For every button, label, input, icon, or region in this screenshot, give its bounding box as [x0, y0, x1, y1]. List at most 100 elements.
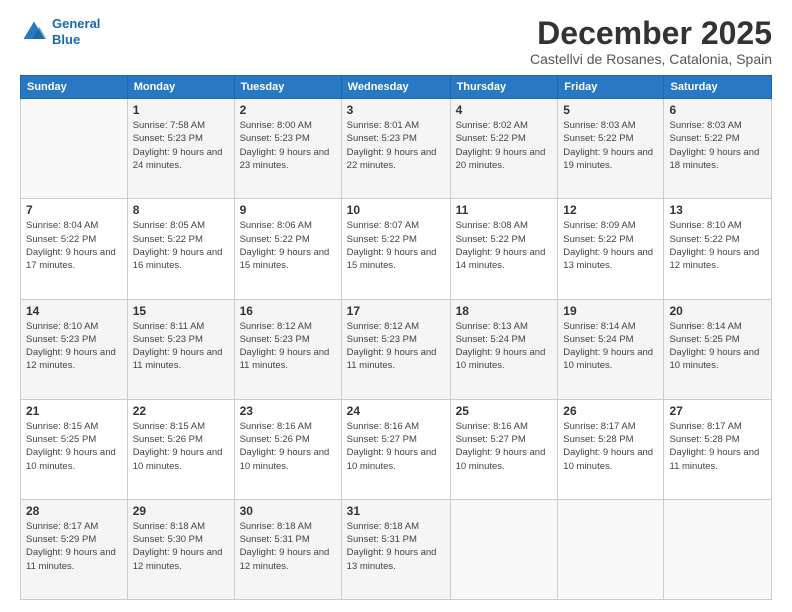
cell-sunrise: Sunrise: 8:04 AM	[26, 219, 122, 232]
cell-info: Sunrise: 8:08 AM Sunset: 5:22 PM Dayligh…	[456, 219, 553, 272]
cell-sunset: Sunset: 5:22 PM	[669, 132, 766, 145]
cell-sunrise: Sunrise: 8:09 AM	[563, 219, 658, 232]
header-wednesday: Wednesday	[341, 76, 450, 99]
cell-info: Sunrise: 8:11 AM Sunset: 5:23 PM Dayligh…	[133, 320, 229, 373]
cell-day-number: 13	[669, 203, 766, 217]
table-row: 26 Sunrise: 8:17 AM Sunset: 5:28 PM Dayl…	[558, 399, 664, 499]
table-row: 22 Sunrise: 8:15 AM Sunset: 5:26 PM Dayl…	[127, 399, 234, 499]
logo-icon	[20, 18, 48, 46]
cell-info: Sunrise: 8:05 AM Sunset: 5:22 PM Dayligh…	[133, 219, 229, 272]
table-row: 12 Sunrise: 8:09 AM Sunset: 5:22 PM Dayl…	[558, 199, 664, 299]
cell-sunrise: Sunrise: 8:16 AM	[240, 420, 336, 433]
cell-info: Sunrise: 8:02 AM Sunset: 5:22 PM Dayligh…	[456, 119, 553, 172]
table-row: 2 Sunrise: 8:00 AM Sunset: 5:23 PM Dayli…	[234, 99, 341, 199]
page: General Blue December 2025 Castellvi de …	[0, 0, 792, 612]
cell-sunrise: Sunrise: 8:15 AM	[26, 420, 122, 433]
logo-line1: General	[52, 16, 100, 31]
cell-sunset: Sunset: 5:29 PM	[26, 533, 122, 546]
cell-sunrise: Sunrise: 8:18 AM	[347, 520, 445, 533]
cell-sunset: Sunset: 5:22 PM	[26, 233, 122, 246]
cell-day-number: 21	[26, 404, 122, 418]
cell-sunrise: Sunrise: 8:17 AM	[669, 420, 766, 433]
cell-info: Sunrise: 8:03 AM Sunset: 5:22 PM Dayligh…	[669, 119, 766, 172]
cell-daylight: Daylight: 9 hours and 15 minutes.	[347, 246, 445, 273]
cell-day-number: 12	[563, 203, 658, 217]
cell-daylight: Daylight: 9 hours and 17 minutes.	[26, 246, 122, 273]
table-row: 18 Sunrise: 8:13 AM Sunset: 5:24 PM Dayl…	[450, 299, 558, 399]
cell-day-number: 19	[563, 304, 658, 318]
cell-info: Sunrise: 8:14 AM Sunset: 5:24 PM Dayligh…	[563, 320, 658, 373]
cell-daylight: Daylight: 9 hours and 16 minutes.	[133, 246, 229, 273]
table-row: 11 Sunrise: 8:08 AM Sunset: 5:22 PM Dayl…	[450, 199, 558, 299]
cell-info: Sunrise: 8:10 AM Sunset: 5:23 PM Dayligh…	[26, 320, 122, 373]
cell-day-number: 26	[563, 404, 658, 418]
cell-daylight: Daylight: 9 hours and 12 minutes.	[240, 546, 336, 573]
cell-info: Sunrise: 8:18 AM Sunset: 5:31 PM Dayligh…	[347, 520, 445, 573]
cell-daylight: Daylight: 9 hours and 11 minutes.	[133, 346, 229, 373]
cell-day-number: 25	[456, 404, 553, 418]
cell-day-number: 2	[240, 103, 336, 117]
cell-daylight: Daylight: 9 hours and 11 minutes.	[347, 346, 445, 373]
cell-sunrise: Sunrise: 8:00 AM	[240, 119, 336, 132]
cell-info: Sunrise: 8:01 AM Sunset: 5:23 PM Dayligh…	[347, 119, 445, 172]
cell-sunrise: Sunrise: 8:18 AM	[240, 520, 336, 533]
table-row: 17 Sunrise: 8:12 AM Sunset: 5:23 PM Dayl…	[341, 299, 450, 399]
cell-sunset: Sunset: 5:22 PM	[669, 233, 766, 246]
cell-daylight: Daylight: 9 hours and 10 minutes.	[240, 446, 336, 473]
cell-sunrise: Sunrise: 8:13 AM	[456, 320, 553, 333]
cell-info: Sunrise: 8:16 AM Sunset: 5:27 PM Dayligh…	[347, 420, 445, 473]
cell-day-number: 18	[456, 304, 553, 318]
cell-info: Sunrise: 8:15 AM Sunset: 5:25 PM Dayligh…	[26, 420, 122, 473]
cell-daylight: Daylight: 9 hours and 18 minutes.	[669, 146, 766, 173]
table-row: 9 Sunrise: 8:06 AM Sunset: 5:22 PM Dayli…	[234, 199, 341, 299]
cell-info: Sunrise: 8:15 AM Sunset: 5:26 PM Dayligh…	[133, 420, 229, 473]
cell-daylight: Daylight: 9 hours and 12 minutes.	[26, 346, 122, 373]
table-row: 16 Sunrise: 8:12 AM Sunset: 5:23 PM Dayl…	[234, 299, 341, 399]
header-saturday: Saturday	[664, 76, 772, 99]
cell-sunset: Sunset: 5:22 PM	[347, 233, 445, 246]
table-row: 4 Sunrise: 8:02 AM Sunset: 5:22 PM Dayli…	[450, 99, 558, 199]
table-row	[450, 499, 558, 599]
table-row: 28 Sunrise: 8:17 AM Sunset: 5:29 PM Dayl…	[21, 499, 128, 599]
cell-sunrise: Sunrise: 8:15 AM	[133, 420, 229, 433]
cell-daylight: Daylight: 9 hours and 19 minutes.	[563, 146, 658, 173]
logo-line2: Blue	[52, 32, 80, 47]
cell-day-number: 22	[133, 404, 229, 418]
cell-sunset: Sunset: 5:28 PM	[669, 433, 766, 446]
cell-info: Sunrise: 8:17 AM Sunset: 5:28 PM Dayligh…	[563, 420, 658, 473]
cell-info: Sunrise: 8:12 AM Sunset: 5:23 PM Dayligh…	[240, 320, 336, 373]
cell-sunset: Sunset: 5:30 PM	[133, 533, 229, 546]
table-row: 29 Sunrise: 8:18 AM Sunset: 5:30 PM Dayl…	[127, 499, 234, 599]
cell-day-number: 4	[456, 103, 553, 117]
location-title: Castellvi de Rosanes, Catalonia, Spain	[530, 51, 772, 67]
weekday-header-row: Sunday Monday Tuesday Wednesday Thursday…	[21, 76, 772, 99]
cell-day-number: 6	[669, 103, 766, 117]
table-row: 14 Sunrise: 8:10 AM Sunset: 5:23 PM Dayl…	[21, 299, 128, 399]
table-row: 24 Sunrise: 8:16 AM Sunset: 5:27 PM Dayl…	[341, 399, 450, 499]
cell-info: Sunrise: 8:06 AM Sunset: 5:22 PM Dayligh…	[240, 219, 336, 272]
cell-sunrise: Sunrise: 7:58 AM	[133, 119, 229, 132]
cell-day-number: 28	[26, 504, 122, 518]
header-sunday: Sunday	[21, 76, 128, 99]
cell-daylight: Daylight: 9 hours and 10 minutes.	[563, 346, 658, 373]
table-row: 30 Sunrise: 8:18 AM Sunset: 5:31 PM Dayl…	[234, 499, 341, 599]
cell-daylight: Daylight: 9 hours and 11 minutes.	[240, 346, 336, 373]
cell-sunset: Sunset: 5:23 PM	[26, 333, 122, 346]
cell-sunset: Sunset: 5:26 PM	[240, 433, 336, 446]
cell-daylight: Daylight: 9 hours and 12 minutes.	[133, 546, 229, 573]
logo-text: General Blue	[52, 16, 100, 47]
cell-day-number: 7	[26, 203, 122, 217]
table-row	[558, 499, 664, 599]
cell-sunset: Sunset: 5:31 PM	[347, 533, 445, 546]
cell-day-number: 3	[347, 103, 445, 117]
cell-sunrise: Sunrise: 8:07 AM	[347, 219, 445, 232]
cell-sunset: Sunset: 5:25 PM	[669, 333, 766, 346]
cell-day-number: 23	[240, 404, 336, 418]
cell-daylight: Daylight: 9 hours and 14 minutes.	[456, 246, 553, 273]
cell-info: Sunrise: 8:00 AM Sunset: 5:23 PM Dayligh…	[240, 119, 336, 172]
cell-sunrise: Sunrise: 8:14 AM	[563, 320, 658, 333]
header-friday: Friday	[558, 76, 664, 99]
table-row: 31 Sunrise: 8:18 AM Sunset: 5:31 PM Dayl…	[341, 499, 450, 599]
cell-sunrise: Sunrise: 8:17 AM	[563, 420, 658, 433]
cell-sunset: Sunset: 5:22 PM	[133, 233, 229, 246]
